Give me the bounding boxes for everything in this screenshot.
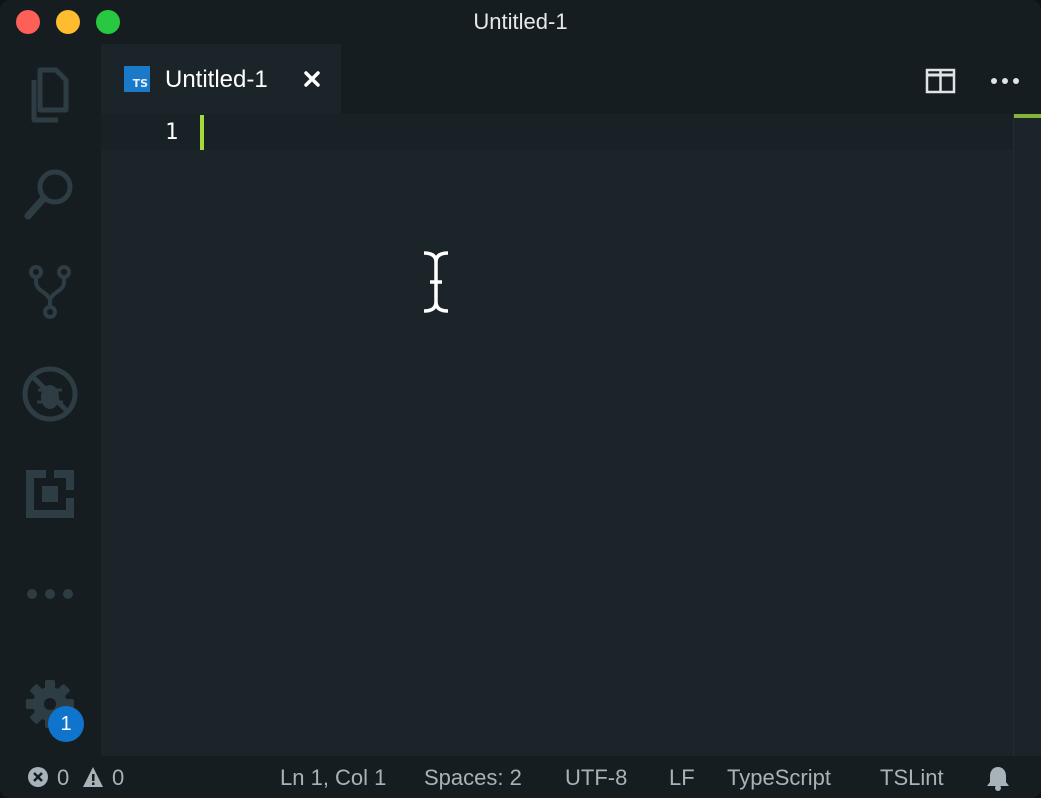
typescript-icon: TS bbox=[124, 66, 150, 92]
search-icon[interactable] bbox=[18, 162, 82, 226]
text-cursor bbox=[200, 115, 204, 150]
debug-icon[interactable] bbox=[18, 362, 82, 426]
warning-count[interactable]: 0 bbox=[112, 765, 124, 791]
title-bar: Untitled-1 bbox=[0, 0, 1041, 44]
extensions-icon[interactable] bbox=[18, 462, 82, 526]
close-icon[interactable] bbox=[301, 68, 323, 90]
more-actions-icon[interactable] bbox=[990, 68, 1022, 94]
typescript-icon-label: TS bbox=[132, 77, 148, 90]
line-ending[interactable]: LF bbox=[669, 765, 695, 791]
cursor-position[interactable]: Ln 1, Col 1 bbox=[280, 765, 386, 791]
status-bar: 0 0 Ln 1, Col 1 Spaces: 2 UTF-8 LF TypeS… bbox=[0, 756, 1041, 798]
editor-area[interactable]: 1 bbox=[101, 114, 1041, 756]
editor-window: Untitled-1 1 TS Untitled-1 1 0 0 Ln 1, C… bbox=[0, 0, 1041, 798]
activity-bar: 1 bbox=[0, 44, 101, 756]
ibeam-cursor-icon bbox=[421, 250, 451, 314]
warning-icon[interactable] bbox=[82, 766, 104, 788]
bell-icon[interactable] bbox=[985, 765, 1011, 791]
current-line-highlight bbox=[101, 114, 1013, 150]
tab-untitled-1[interactable]: TS Untitled-1 bbox=[101, 44, 341, 114]
more-icon[interactable] bbox=[18, 562, 82, 626]
encoding[interactable]: UTF-8 bbox=[565, 765, 627, 791]
vertical-scrollbar[interactable] bbox=[1013, 114, 1014, 756]
source-control-icon[interactable] bbox=[18, 258, 82, 322]
files-icon[interactable] bbox=[18, 64, 82, 128]
manage-badge: 1 bbox=[48, 706, 84, 742]
error-count[interactable]: 0 bbox=[57, 765, 69, 791]
tab-label: Untitled-1 bbox=[165, 66, 268, 93]
cursor-position-indicator bbox=[1014, 114, 1041, 118]
error-icon[interactable] bbox=[27, 766, 49, 788]
tab-strip: TS Untitled-1 bbox=[101, 44, 1041, 114]
line-number: 1 bbox=[165, 120, 179, 145]
indentation[interactable]: Spaces: 2 bbox=[424, 765, 522, 791]
split-editor-icon[interactable] bbox=[925, 68, 957, 94]
window-title: Untitled-1 bbox=[473, 9, 568, 34]
language-mode[interactable]: TypeScript bbox=[727, 765, 831, 791]
linter-status[interactable]: TSLint bbox=[880, 765, 944, 791]
